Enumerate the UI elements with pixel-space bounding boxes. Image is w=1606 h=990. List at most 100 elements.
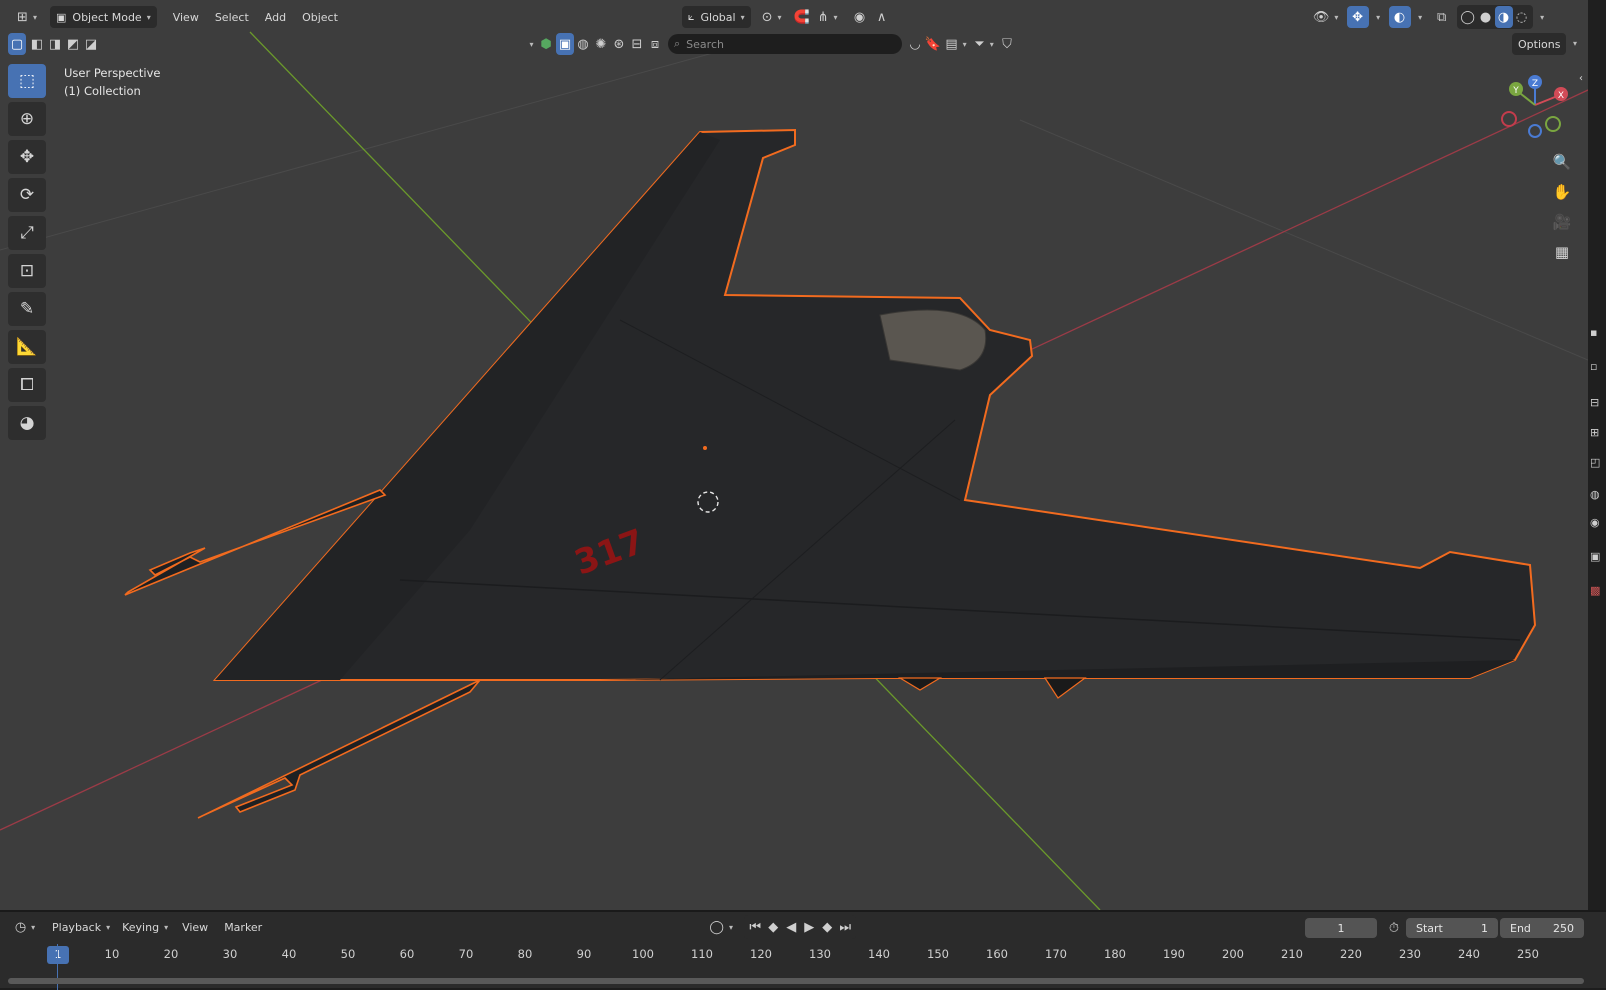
perspective-toggle-icon[interactable]: ▦ [1548, 238, 1576, 266]
overlays-toggle-icon[interactable]: ◐ [1388, 6, 1411, 28]
wireframe-shading-icon[interactable]: ◯ [1459, 6, 1477, 28]
rendered-shading-icon[interactable]: ◌ [1513, 6, 1531, 28]
search-placeholder: Search [686, 37, 724, 51]
transform-icon[interactable]: ⊡ [8, 254, 46, 288]
end-frame-field[interactable]: End 250 [1500, 918, 1584, 938]
rotate-icon[interactable]: ⟳ [8, 178, 46, 212]
play-reverse-icon[interactable]: ◀ [782, 916, 800, 938]
menu-marker[interactable]: Marker [216, 916, 270, 938]
options-button[interactable]: Options [1512, 33, 1567, 55]
start-frame-field[interactable]: Start 1 [1406, 918, 1498, 938]
ruler-tick: 110 [691, 947, 713, 961]
playback-label: Playback [52, 920, 102, 934]
scene-tab-icon[interactable]: ◰ [1590, 456, 1604, 470]
move-icon[interactable]: ✥ [8, 140, 46, 174]
menu-view[interactable]: View [165, 6, 207, 28]
output-tab-icon[interactable]: ⊟ [1590, 396, 1604, 410]
object-tab-icon[interactable]: ◉ [1590, 516, 1604, 530]
funnel-icon[interactable]: ⏷ ▾ [970, 33, 998, 55]
current-frame-indicator[interactable]: 1 [47, 946, 69, 964]
navigation-gizmo[interactable]: Z X Y [1501, 75, 1568, 138]
light-filter-icon[interactable]: ✺ [592, 33, 610, 55]
editor-type-icon[interactable]: ⊞ ▾ [12, 6, 42, 28]
ruler-tick: 80 [517, 947, 533, 961]
camera-filter-icon[interactable]: ⊛ [610, 33, 628, 55]
xray-icon[interactable]: ⧉ [1431, 6, 1453, 28]
gizmo-dropdown-icon[interactable]: ▾ [1369, 6, 1383, 28]
zoom-icon[interactable]: 🔍 [1548, 148, 1576, 176]
mesh-filter-icon[interactable]: ◍ [574, 33, 592, 55]
world-tab-icon[interactable]: ◍ [1590, 488, 1604, 502]
select-box-icon[interactable]: ⬚ [8, 64, 46, 98]
menu-keying[interactable]: Keying ▾ [116, 916, 174, 938]
mode-selector[interactable]: ▣ Object Mode ▾ [50, 6, 157, 28]
pan-hand-icon[interactable]: ✋ [1548, 178, 1576, 206]
shading-icon[interactable]: ◕ [8, 406, 46, 440]
transform-orientation-dropdown[interactable]: ⟀ Global ▾ [681, 6, 751, 28]
filter-dropdown-icon[interactable]: ▾ [522, 33, 536, 55]
auto-keying-icon[interactable]: ◯ ▾ [706, 916, 736, 938]
object-filter-icon[interactable]: ▣ [556, 33, 574, 55]
render-tab-icon[interactable]: ▫ [1590, 360, 1604, 374]
menu-add[interactable]: Add [257, 6, 294, 28]
sort-icon[interactable]: ▤ ▾ [942, 33, 970, 55]
viewport-subheader: ▢ ◧ ◨ ◩ ◪ ▾ ⬢ ▣ ◍ ✺ ⊛ ⊟ ⧈ ⌕ Search ◡ 🔖 ▤… [0, 32, 1588, 56]
play-icon[interactable]: ▶ [800, 916, 818, 938]
display-filter-icon[interactable]: ⧈ [646, 33, 664, 55]
pivot-point-icon[interactable]: ⊙ ▾ [757, 6, 787, 28]
jump-start-icon[interactable]: ⏮ [746, 916, 764, 938]
menu-playback[interactable]: Playback ▾ [46, 916, 116, 938]
keying-label: Keying [122, 920, 160, 934]
sidebar-toggle-icon[interactable]: ‹ [1574, 64, 1588, 92]
camera-view-icon[interactable]: 🎥 [1548, 208, 1576, 236]
select-mode-intersect-icon[interactable]: ◪ [82, 33, 100, 55]
snap-target-icon[interactable]: ⋔ ▾ [813, 6, 843, 28]
view-layer-tab-icon[interactable]: ⊞ [1590, 426, 1604, 440]
add-cube-icon[interactable]: ⧠ [8, 368, 46, 402]
overlays-dropdown-icon[interactable]: ▾ [1411, 6, 1425, 28]
menu-object[interactable]: Object [294, 6, 346, 28]
solid-shading-icon[interactable]: ● [1477, 6, 1495, 28]
select-mode-subtract-icon[interactable]: ◨ [46, 33, 64, 55]
measure-icon[interactable]: 📐 [8, 330, 46, 364]
menu-timeline-view[interactable]: View [174, 916, 216, 938]
tool-tab-icon[interactable]: ▪ [1590, 326, 1604, 340]
proportional-edit-icon[interactable]: ◉ [849, 6, 871, 28]
cursor-icon[interactable]: ⊕ [8, 102, 46, 136]
frame-ruler[interactable]: 1 10 20 30 40 50 60 70 80 90 100 110 120 130 140 150 160… [0, 944, 1588, 966]
3d-viewport[interactable]: 317 Z X Y User Perspective (1) Collectio… [0, 0, 1588, 910]
bookmark-icon[interactable]: 🔖 [924, 33, 942, 55]
next-keyframe-icon[interactable]: ◆ [818, 916, 836, 938]
prev-keyframe-icon[interactable]: ◆ [764, 916, 782, 938]
other-filter-icon[interactable]: ⊟ [628, 33, 646, 55]
ruler-tick: 130 [809, 947, 831, 961]
timeline-scrollbar[interactable] [8, 978, 1584, 984]
visibility-icon[interactable]: 👁 ▾ [1311, 6, 1341, 28]
texture-tab-icon[interactable]: ▩ [1590, 584, 1604, 598]
current-frame-field[interactable]: 1 [1305, 918, 1377, 938]
jump-end-icon[interactable]: ⏭ [836, 916, 854, 938]
select-mode-invert-icon[interactable]: ◩ [64, 33, 82, 55]
ruler-tick: 150 [927, 947, 949, 961]
search-input[interactable]: ⌕ Search [668, 34, 902, 54]
menu-select[interactable]: Select [207, 6, 257, 28]
ruler-tick: 60 [399, 947, 415, 961]
modifiers-tab-icon[interactable]: ▣ [1590, 550, 1604, 564]
ruler-tick: 90 [576, 947, 592, 961]
select-mode-new-icon[interactable]: ▢ [8, 33, 26, 55]
scene-icon[interactable]: ⬢ [536, 33, 556, 55]
timeline-editor-type-icon[interactable]: ◷ ▾ [10, 916, 40, 938]
select-mode-extend-icon[interactable]: ◧ [28, 33, 46, 55]
falloff-icon[interactable]: ∧ [871, 6, 893, 28]
shield-icon[interactable]: ⛉ [998, 33, 1016, 55]
scale-icon[interactable]: ⤢ [8, 216, 46, 250]
snap-icon[interactable]: 🧲 [791, 6, 813, 28]
aircraft-model[interactable]: 317 [124, 128, 1537, 819]
funnel-clear-icon[interactable]: ◡ [906, 33, 924, 55]
stopwatch-icon[interactable]: ⏱ [1383, 917, 1405, 939]
ruler-tick: 220 [1340, 947, 1362, 961]
annotate-icon[interactable]: ✎ [8, 292, 46, 326]
shading-dropdown-icon[interactable]: ▾ [1533, 6, 1547, 28]
material-shading-icon[interactable]: ◑ [1494, 6, 1513, 28]
gizmo-toggle-icon[interactable]: ✥ [1346, 6, 1369, 28]
